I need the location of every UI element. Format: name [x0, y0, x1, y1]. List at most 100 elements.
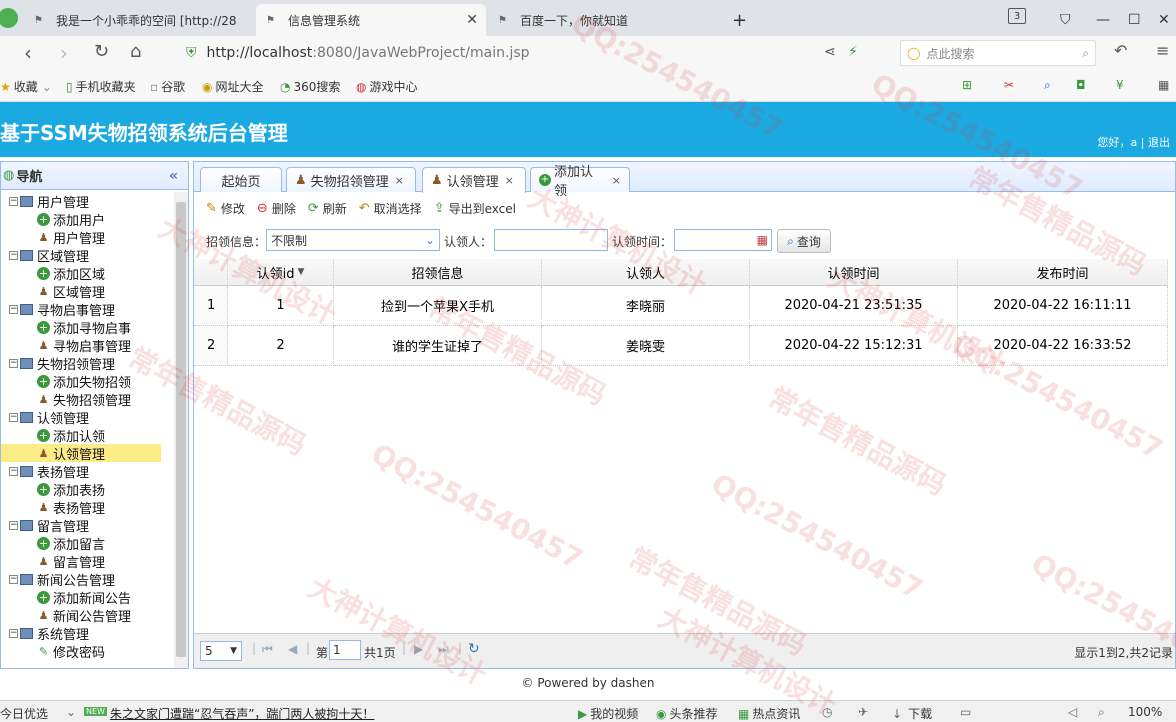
nav-group[interactable]: − 系统管理	[1, 624, 89, 643]
collapse-toggle-icon[interactable]: −	[9, 520, 18, 530]
share-icon[interactable]: ⋖	[824, 44, 836, 60]
nav-group[interactable]: − 认领管理	[1, 408, 89, 427]
nav-group[interactable]: − 区域管理	[1, 246, 89, 265]
logout-link[interactable]: 退出	[1148, 136, 1170, 149]
cancel-select-button[interactable]: ↶ 取消选择	[359, 200, 422, 217]
search-icon[interactable]: ⌕	[1082, 46, 1089, 61]
page-icon[interactable]: ▭	[960, 705, 971, 719]
nav-item[interactable]: + 添加认领	[1, 426, 105, 445]
extension-icon[interactable]: ⊞	[962, 78, 972, 92]
tab-claims[interactable]: ♟ 认领管理 ×	[422, 167, 526, 193]
collapse-toggle-icon[interactable]: −	[9, 304, 18, 314]
headlines-button[interactable]: ◉ 头条推荐	[656, 705, 718, 722]
lost-info-select[interactable]: 不限制 ⌄	[266, 229, 440, 251]
nav-item[interactable]: + 添加新闻公告	[1, 588, 131, 607]
claim-time-input[interactable]: ▦	[674, 229, 772, 251]
my-videos-button[interactable]: ▶ 我的视频	[578, 705, 638, 722]
browser-search-input[interactable]: ◯ 点此搜索 ⌕	[900, 40, 1096, 66]
bookmark-games[interactable]: ◍ 游戏中心	[356, 78, 418, 95]
reload-icon[interactable]: ↻	[468, 641, 480, 657]
pin-icon[interactable]: ✈	[858, 705, 868, 719]
nav-item[interactable]: ✎ 修改密码	[1, 642, 105, 661]
column-header-id[interactable]: 认领id ▼	[228, 259, 334, 286]
speed-icon[interactable]: ⚡	[848, 44, 858, 60]
collapse-icon[interactable]: «	[169, 168, 178, 184]
nav-item[interactable]: + 添加留言	[1, 534, 105, 553]
magnifier-icon[interactable]: ⌕	[1044, 78, 1051, 93]
collapse-toggle-icon[interactable]: −	[9, 412, 18, 422]
nav-item[interactable]: ♟ 认领管理	[1, 444, 161, 463]
export-excel-button[interactable]: ⇪ 导出到excel	[434, 200, 516, 217]
today-picks[interactable]: 今日优选	[0, 705, 48, 722]
nav-item[interactable]: ♟ 表扬管理	[1, 498, 105, 517]
collapse-toggle-icon[interactable]: −	[9, 466, 18, 476]
browser-tab-3[interactable]: ⚑ 百度一下，你就知道	[488, 4, 718, 36]
refresh-button[interactable]: ⟳ 刷新	[308, 200, 347, 217]
minimize-icon[interactable]: —	[1086, 4, 1120, 36]
sidebar-scrollbar[interactable]	[174, 192, 188, 668]
nav-item[interactable]: ♟ 新闻公告管理	[1, 606, 131, 625]
next-page-icon[interactable]: ▶	[414, 642, 423, 656]
page-size-select[interactable]: 5 ▼	[200, 641, 242, 661]
nav-item[interactable]: + 添加用户	[1, 210, 105, 229]
close-icon[interactable]: ×	[505, 174, 514, 187]
nav-item[interactable]: + 添加寻物启事	[1, 318, 131, 337]
delete-button[interactable]: ⊖ 删除	[257, 200, 296, 217]
cell-claim-time[interactable]: 2020-04-21 23:51:35	[750, 286, 958, 326]
tab-home[interactable]: 起始页	[200, 167, 282, 192]
bookmark-google[interactable]: ▫ 谷歌	[150, 78, 185, 95]
scroll-thumb[interactable]	[176, 202, 186, 657]
cell-info[interactable]: 谁的学生证掉了	[334, 326, 542, 366]
query-button[interactable]: ⌕ 查询	[777, 229, 831, 253]
nav-item[interactable]: + 添加失物招领	[1, 372, 131, 391]
tab-count-badge[interactable]: 3	[1008, 8, 1026, 24]
close-window-icon[interactable]: ✕	[1148, 4, 1176, 36]
undo-icon[interactable]: ↶	[1114, 41, 1127, 60]
cell-info[interactable]: 捡到一个苹果X手机	[334, 286, 542, 326]
prev-page-icon[interactable]: ◀	[288, 642, 297, 656]
skin-icon[interactable]: ⛉	[1050, 4, 1081, 36]
money-icon[interactable]: ¥	[1116, 78, 1124, 92]
page-number-input[interactable]: 1	[329, 640, 361, 660]
column-header-pub-time[interactable]: 发布时间	[958, 259, 1168, 286]
cell-person[interactable]: 姜晓雯	[542, 326, 750, 366]
first-page-icon[interactable]: ⏮	[262, 642, 273, 657]
close-icon[interactable]: ×	[395, 174, 404, 187]
nav-group[interactable]: − 失物招领管理	[1, 354, 115, 373]
close-icon[interactable]: ✕	[466, 12, 478, 28]
cell-pub-time[interactable]: 2020-04-22 16:11:11	[958, 286, 1168, 326]
maximize-icon[interactable]: ☐	[1118, 4, 1151, 36]
new-tab-button[interactable]: +	[722, 4, 747, 36]
column-header-person[interactable]: 认领人	[542, 259, 750, 286]
zoom-level[interactable]: 100%	[1128, 705, 1162, 719]
bookmark-favorites[interactable]: ★ 收藏 ⌄	[0, 78, 55, 95]
tab-lost-found[interactable]: ♟ 失物招领管理 ×	[286, 167, 416, 192]
menu-icon[interactable]: ≡	[1156, 41, 1169, 60]
downloads-button[interactable]: ↓ 下载	[892, 705, 932, 722]
url-field[interactable]: ⛨ http://localhost:8080/JavaWebProject/m…	[186, 39, 886, 67]
nav-item[interactable]: ♟ 失物招领管理	[1, 390, 131, 409]
column-header-claim-time[interactable]: 认领时间	[750, 259, 958, 286]
cell-id[interactable]: 1	[228, 286, 334, 326]
collapse-toggle-icon[interactable]: −	[9, 358, 18, 368]
nav-group[interactable]: − 用户管理	[1, 192, 89, 211]
nav-group[interactable]: − 留言管理	[1, 516, 89, 535]
forward-icon[interactable]: ›	[60, 41, 68, 65]
collapse-toggle-icon[interactable]: −	[9, 250, 18, 260]
cell-pub-time[interactable]: 2020-04-22 16:33:52	[958, 326, 1168, 366]
apps-icon[interactable]: ▦	[1158, 78, 1169, 92]
nav-group[interactable]: − 表扬管理	[1, 462, 89, 481]
nav-group[interactable]: − 新闻公告管理	[1, 570, 115, 589]
tab-add-claim[interactable]: + 添加认领 ×	[530, 165, 630, 199]
reload-icon[interactable]: ↻	[94, 41, 109, 62]
cell-id[interactable]: 2	[228, 326, 334, 366]
speed-icon[interactable]: ◷	[822, 705, 832, 719]
claimant-input[interactable]	[494, 229, 608, 251]
bookmark-360[interactable]: ◔ 360搜索	[280, 78, 340, 95]
nav-item[interactable]: + 添加区域	[1, 264, 105, 283]
browser-tab-2[interactable]: ⚑ 信息管理系统 ✕	[256, 4, 486, 36]
nav-item[interactable]: ♟ 留言管理	[1, 552, 105, 571]
nav-item[interactable]: + 添加表扬	[1, 480, 105, 499]
nav-item[interactable]: ♟ 用户管理	[1, 228, 105, 247]
collapse-toggle-icon[interactable]: −	[9, 196, 18, 206]
